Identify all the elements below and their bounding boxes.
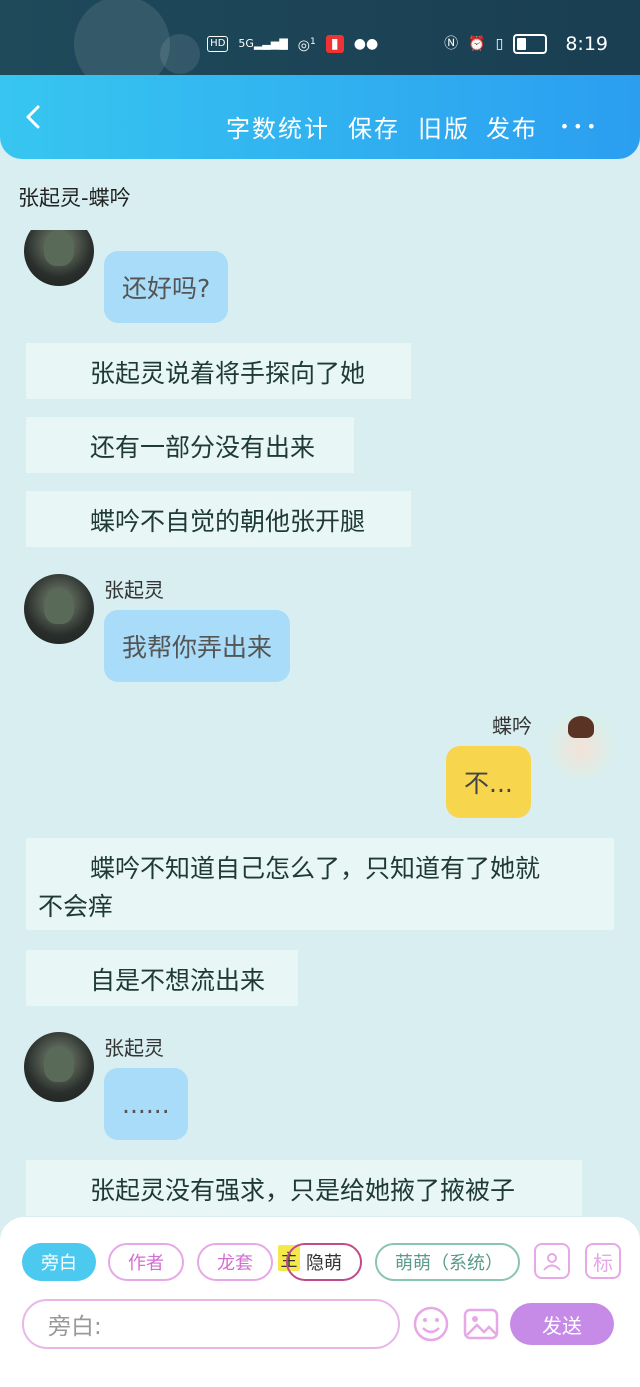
avatar[interactable]: [24, 230, 94, 286]
more-menu-icon[interactable]: •••: [560, 117, 600, 136]
save-button[interactable]: 保存: [348, 109, 400, 144]
clock: 8:19: [565, 33, 608, 55]
reader-app-icon: ▮: [325, 35, 344, 53]
role-chip-narrator[interactable]: 旁白: [22, 1243, 96, 1281]
avatar[interactable]: [24, 1032, 94, 1102]
person-icon: [543, 1253, 561, 1271]
sender-name: 蝶吟: [492, 714, 532, 738]
role-chip-system[interactable]: 萌萌（系统）: [375, 1243, 520, 1281]
avatar[interactable]: [546, 710, 616, 780]
vibrate-icon: ▯: [495, 36, 504, 52]
top-bar: 字数统计 保存 旧版 发布 •••: [0, 75, 640, 159]
battery-icon: [513, 34, 548, 54]
page-title: 张起灵-蝶吟: [18, 186, 131, 210]
back-icon[interactable]: [22, 105, 46, 129]
network-type: 5G: [238, 37, 254, 50]
wechat-icon: ●●: [353, 36, 379, 52]
chat-bubble[interactable]: 我帮你弄出来: [104, 610, 291, 682]
image-icon[interactable]: [462, 1305, 500, 1343]
narration-block[interactable]: 还有一部分没有出来: [26, 417, 354, 473]
hotspot-sim: 1: [310, 37, 316, 48]
message-input[interactable]: 旁白:: [22, 1299, 400, 1349]
avatar[interactable]: [24, 574, 94, 644]
alarm-icon: ⏰: [468, 36, 486, 52]
chat-area[interactable]: 还好吗? 张起灵说着将手探向了她 还有一部分没有出来 蝶吟不自觉的朝他张开腿 张…: [0, 230, 640, 1220]
role-chip-hidden[interactable]: 隐萌: [286, 1243, 362, 1281]
mark-button[interactable]: 标: [585, 1243, 621, 1279]
nfc-icon: Ⓝ: [444, 36, 459, 52]
narration-line: 蝶吟不知道自己怎么了，只知道有了她就: [90, 854, 541, 883]
chat-bubble[interactable]: 不...: [446, 746, 531, 818]
publish-button[interactable]: 发布: [486, 109, 538, 144]
old-version-button[interactable]: 旧版: [418, 109, 470, 144]
sender-name: 张起灵: [104, 578, 164, 602]
narration-block[interactable]: 蝶吟不自觉的朝他张开腿: [26, 491, 411, 547]
decor-bubble: [160, 34, 200, 74]
hd-icon: HD: [207, 36, 229, 52]
narration-block[interactable]: 蝶吟不知道自己怎么了，只知道有了她就 不会痒: [26, 838, 614, 930]
narration-block[interactable]: 张起灵没有强求，只是给她掖了掖被子: [26, 1160, 582, 1216]
word-count-button[interactable]: 字数统计: [226, 109, 330, 144]
send-button[interactable]: 发送: [510, 1303, 614, 1345]
bottom-strip: [0, 1350, 640, 1387]
sender-name: 张起灵: [104, 1036, 164, 1060]
chat-bubble[interactable]: 还好吗?: [104, 251, 229, 323]
chat-bubble[interactable]: ......: [104, 1068, 188, 1140]
status-bar: HD 5G▂▃▅▇ ◎1 ▮ ●● Ⓝ ⏰ ▯ 8:19: [0, 0, 640, 80]
decor-bubble: [74, 0, 170, 80]
hotspot-icon: ◎1: [297, 37, 316, 54]
narration-line: 不会痒: [38, 892, 114, 921]
role-chip-extra[interactable]: 龙套: [197, 1243, 273, 1281]
signal-icon: 5G▂▃▅▇: [238, 37, 288, 50]
narration-block[interactable]: 张起灵说着将手探向了她: [26, 343, 411, 399]
role-chip-author[interactable]: 作者: [108, 1243, 184, 1281]
add-role-icon[interactable]: [534, 1243, 570, 1279]
narration-block[interactable]: 自是不想流出来: [26, 950, 298, 1006]
emoji-icon[interactable]: [412, 1305, 450, 1343]
